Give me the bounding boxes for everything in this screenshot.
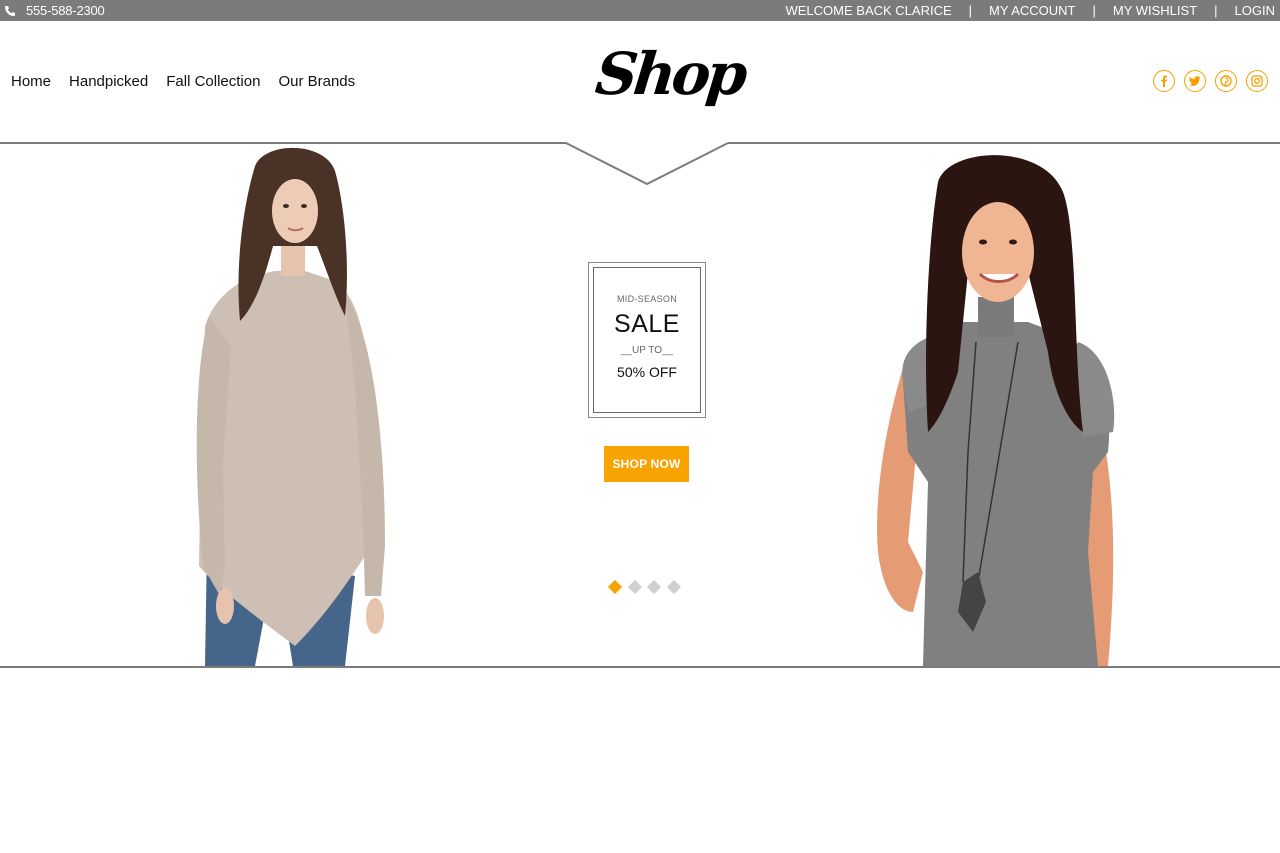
main-nav: Home Handpicked Fall Collection Our Bran… — [11, 73, 373, 90]
pinterest-icon[interactable] — [1215, 70, 1237, 92]
social-links — [1144, 70, 1268, 92]
welcome-text: WELCOME BACK CLARICE — [785, 3, 952, 18]
hero-bottom-divider — [0, 666, 1280, 668]
nav-item-our-brands[interactable]: Our Brands — [278, 73, 355, 90]
separator: | — [1092, 3, 1096, 18]
promo-upto: __UP TO__ — [620, 345, 674, 356]
slide-dot-2[interactable] — [627, 579, 642, 595]
model-image-left — [196, 147, 385, 666]
nav-item-fall-collection[interactable]: Fall Collection — [166, 73, 260, 90]
shop-logo[interactable]: Shop — [592, 40, 746, 108]
separator: | — [1214, 3, 1218, 18]
slide-dot-3[interactable] — [646, 579, 662, 595]
facebook-icon[interactable] — [1153, 70, 1175, 92]
shop-now-button[interactable]: SHOP NOW — [604, 446, 689, 482]
phone-icon — [5, 5, 15, 16]
hero-banner: MID-SEASON SALE __UP TO__ 50% OFF SHOP N… — [0, 142, 1280, 668]
nav-item-handpicked[interactable]: Handpicked — [69, 73, 148, 90]
top-bar: 555-588-2300 WELCOME BACK CLARICE | MY A… — [0, 0, 1280, 21]
separator: | — [968, 3, 973, 18]
account-links: WELCOME BACK CLARICE | MY ACCOUNT | MY W… — [785, 3, 1275, 18]
nav-item-home[interactable]: Home — [11, 73, 51, 90]
login-link[interactable]: LOGIN — [1235, 3, 1275, 18]
model-image-right — [877, 155, 1115, 666]
phone-number: 555-588-2300 — [26, 3, 105, 18]
phone-contact: 555-588-2300 — [4, 3, 105, 18]
promo-box: MID-SEASON SALE __UP TO__ 50% OFF — [588, 262, 706, 418]
promo-box-inner: MID-SEASON SALE __UP TO__ 50% OFF — [593, 267, 701, 413]
slider-dots — [607, 579, 688, 595]
slide-dot-1[interactable] — [607, 579, 623, 595]
promo-pre-title: MID-SEASON — [616, 294, 677, 304]
slide-dot-4[interactable] — [666, 579, 681, 595]
promo-discount: 50% OFF — [617, 364, 677, 380]
my-wishlist-link[interactable]: MY WISHLIST — [1113, 3, 1197, 18]
site-header: Home Handpicked Fall Collection Our Bran… — [0, 21, 1280, 143]
instagram-icon[interactable] — [1246, 70, 1268, 92]
twitter-icon[interactable] — [1184, 70, 1206, 92]
logo-chevron — [565, 142, 729, 186]
promo-title: SALE — [614, 310, 680, 338]
my-account-link[interactable]: MY ACCOUNT — [989, 3, 1075, 18]
